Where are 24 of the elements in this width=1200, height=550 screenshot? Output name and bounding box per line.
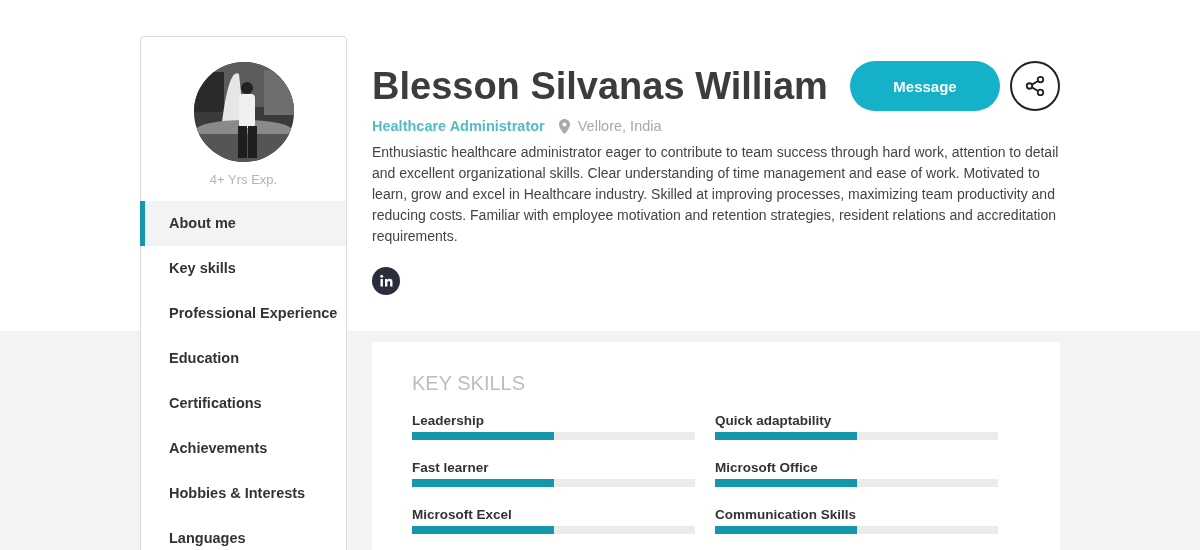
skill-name: Communication Skills [715,507,858,522]
profile-name: Blesson Silvanas William [372,64,828,108]
sidebar-item[interactable]: Achievements [140,426,346,471]
sidebar-item[interactable]: About me [140,201,346,246]
location-pin-icon [558,118,570,134]
job-title: Healthcare Administrator [372,118,545,134]
skill-name: Microsoft Office [715,460,819,475]
sidebar-item[interactable]: Hobbies & Interests [140,471,346,516]
share-icon [1024,75,1046,97]
share-button[interactable] [1010,61,1060,111]
skill-name: Quick adaptability [715,413,833,428]
skill-name: Microsoft Excel [412,507,513,522]
sidebar-item[interactable]: Professional Experience [140,291,346,336]
sidebar-item[interactable]: Education [140,336,346,381]
sidebar-item[interactable]: Key skills [140,246,346,291]
experience-text: 4+ Yrs Exp. [208,172,279,187]
summary-text: Enthusiastic healthcare administrator eager to contribute to team success through hard work, attention to detail and excellent organizational skills. Clear understanding of time management and ease of work. Motivated to learn, grow and excel in Healthcare industry. Skilled at improving processes, maximizing team productivity and reducing costs. Familiar with employee motivation and retention strategies, resident relations and accreditation requirements. [372,143,1060,246]
skill-name: Leadership [412,413,486,428]
sidebar-item[interactable]: Certifications [140,381,346,426]
location-text: Vellore, India [577,118,662,134]
section-heading: KEY SKILLS [412,372,527,395]
linkedin-icon[interactable] [372,267,400,295]
skill-name: Fast learner [412,460,490,475]
sidebar-item[interactable]: Languages [140,516,346,550]
